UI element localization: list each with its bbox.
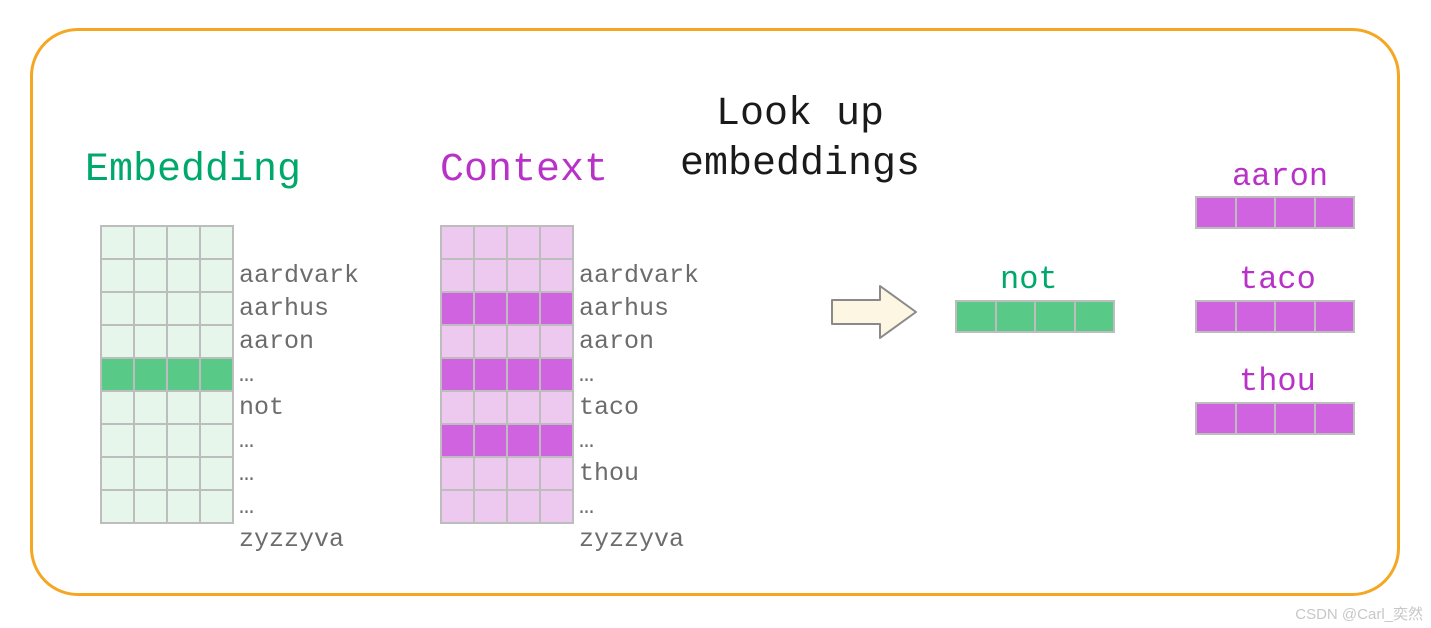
context-row-label: … xyxy=(579,424,594,457)
context-row-label: aarhus xyxy=(579,292,669,325)
embedding-row xyxy=(101,226,233,259)
context-row-label: … xyxy=(579,490,594,523)
lookup-output-label-1: taco xyxy=(1239,261,1316,298)
embedding-row-label: … xyxy=(239,424,254,457)
context-row xyxy=(441,424,573,457)
context-row xyxy=(441,490,573,523)
context-row xyxy=(441,325,573,358)
context-row-label: thou xyxy=(579,457,639,490)
context-row xyxy=(441,391,573,424)
lookup-title: Look up embeddings xyxy=(620,90,980,190)
embedding-row xyxy=(101,391,233,424)
context-row-label: taco xyxy=(579,391,639,424)
context-matrix: aardvarkaarhusaaron…taco…thou…zyzzyva xyxy=(440,225,574,524)
embedding-row xyxy=(101,292,233,325)
lookup-output-label-2: thou xyxy=(1239,363,1316,400)
embedding-row xyxy=(101,490,233,523)
context-row-label: … xyxy=(579,358,594,391)
arrow-icon xyxy=(830,282,920,342)
lookup-output-vector-2 xyxy=(1195,402,1355,435)
context-row xyxy=(441,457,573,490)
embedding-row-label: … xyxy=(239,490,254,523)
embedding-row xyxy=(101,259,233,292)
embedding-title: Embedding xyxy=(85,148,301,193)
context-row-label: zyzzyva xyxy=(579,523,684,556)
context-row xyxy=(441,226,573,259)
context-row-label: aaron xyxy=(579,325,654,358)
lookup-input-vector xyxy=(955,300,1115,333)
embedding-matrix: aardvarkaarhusaaron…not………zyzzyva xyxy=(100,225,234,524)
lookup-input-label: not xyxy=(1000,261,1058,298)
embedding-row xyxy=(101,424,233,457)
embedding-row-label: … xyxy=(239,358,254,391)
context-row xyxy=(441,358,573,391)
embedding-row-label: aaron xyxy=(239,325,314,358)
context-row xyxy=(441,259,573,292)
context-row-label: aardvark xyxy=(579,259,699,292)
lookup-output-vector-1 xyxy=(1195,300,1355,333)
embedding-row-label: zyzzyva xyxy=(239,523,344,556)
lookup-title-line2: embeddings xyxy=(680,142,920,187)
embedding-row-label: aardvark xyxy=(239,259,359,292)
embedding-row xyxy=(101,325,233,358)
embedding-row xyxy=(101,457,233,490)
embedding-row-label: not xyxy=(239,391,284,424)
embedding-row xyxy=(101,358,233,391)
embedding-row-label: aarhus xyxy=(239,292,329,325)
lookup-output-label-0: aaron xyxy=(1232,158,1328,195)
embedding-row-label: … xyxy=(239,457,254,490)
context-row xyxy=(441,292,573,325)
lookup-output-vector-0 xyxy=(1195,196,1355,229)
watermark: CSDN @Carl_奕然 xyxy=(1295,603,1423,624)
context-title: Context xyxy=(440,148,608,193)
lookup-title-line1: Look up xyxy=(716,92,884,137)
